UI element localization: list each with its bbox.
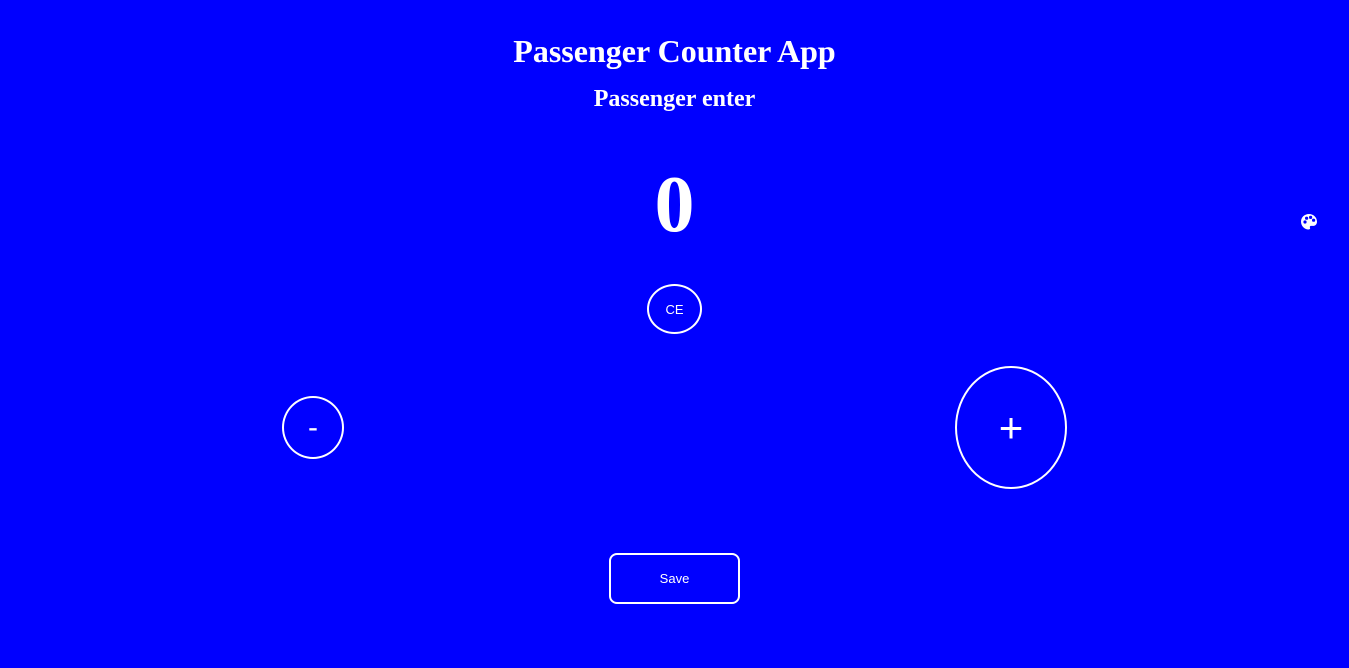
page-subtitle: Passenger enter	[593, 86, 756, 112]
passenger-counter-app: Passenger Counter App Passenger enter 0 …	[0, 0, 1349, 668]
save-button[interactable]: Save	[609, 553, 740, 604]
palette-icon	[1301, 214, 1317, 230]
decrement-button[interactable]: -	[282, 396, 344, 459]
page-title: Passenger Counter App	[513, 33, 836, 69]
increment-button[interactable]: +	[955, 366, 1067, 489]
passenger-count-display: 0	[654, 161, 695, 249]
theme-toggle-button[interactable]	[1298, 211, 1320, 233]
clear-entry-button[interactable]: CE	[647, 284, 702, 334]
